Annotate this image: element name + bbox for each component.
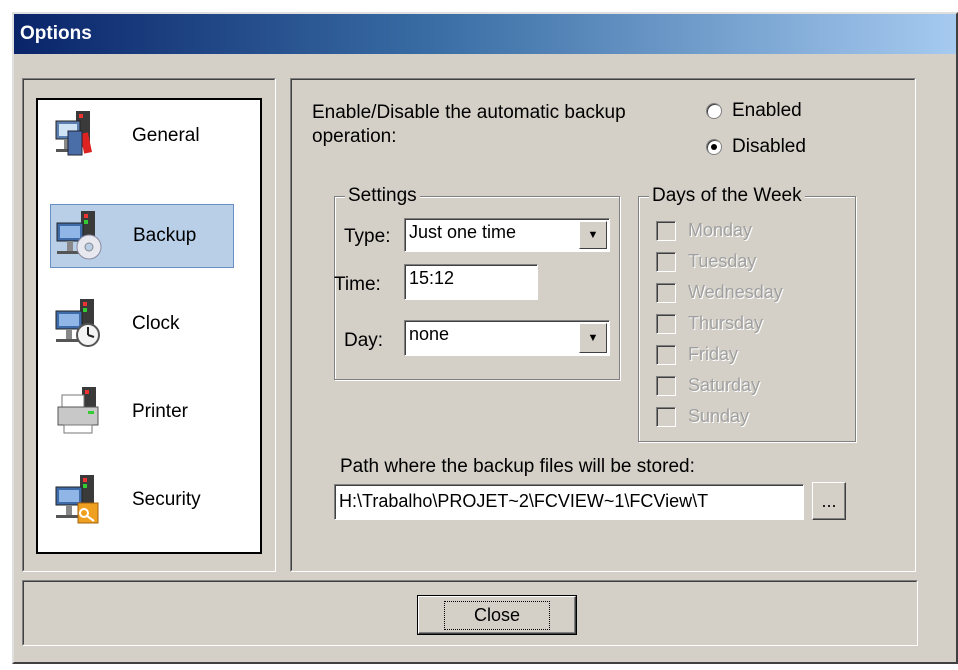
nav-item-label: Security bbox=[132, 489, 201, 510]
checkbox-box bbox=[656, 344, 676, 365]
nav-item-printer[interactable]: Printer bbox=[50, 380, 234, 444]
disabled-radio[interactable]: Disabled bbox=[706, 136, 806, 158]
enabled-radio[interactable]: Enabled bbox=[706, 100, 802, 122]
enable-prompt-line2: operation: bbox=[312, 126, 397, 147]
chevron-down-icon[interactable]: ▼ bbox=[579, 221, 607, 249]
window-title: Options bbox=[20, 23, 92, 44]
nav-item-label: Clock bbox=[132, 313, 180, 334]
general-icon bbox=[54, 109, 104, 163]
type-value: Just one time bbox=[409, 222, 517, 242]
chevron-down-icon[interactable]: ▼ bbox=[579, 323, 607, 353]
wednesday-checkbox[interactable]: Wednesday bbox=[656, 282, 783, 303]
day-label: Thursday bbox=[688, 313, 764, 333]
time-value: 15:12 bbox=[409, 268, 455, 288]
radio-indicator bbox=[706, 103, 722, 119]
day-select[interactable]: none ▼ bbox=[404, 320, 610, 356]
sunday-checkbox[interactable]: Sunday bbox=[656, 406, 749, 427]
type-label: Type: bbox=[344, 226, 391, 247]
checkbox-box bbox=[656, 406, 676, 427]
thursday-checkbox[interactable]: Thursday bbox=[656, 313, 763, 334]
radio-indicator bbox=[706, 139, 722, 155]
day-label: Day: bbox=[344, 330, 384, 351]
tuesday-checkbox[interactable]: Tuesday bbox=[656, 251, 756, 272]
path-input[interactable]: H:\Trabalho\PROJET~2\FCVIEW~1\FCView\T bbox=[334, 484, 804, 520]
path-label: Path where the backup files will be stor… bbox=[340, 456, 695, 477]
nav-item-label: Printer bbox=[132, 401, 188, 422]
printer-icon bbox=[54, 385, 104, 439]
friday-checkbox[interactable]: Friday bbox=[656, 344, 738, 365]
day-label: Saturday bbox=[688, 375, 761, 395]
day-value: none bbox=[409, 324, 450, 344]
security-icon bbox=[54, 473, 104, 527]
day-label: Tuesday bbox=[688, 251, 757, 271]
checkbox-box bbox=[656, 251, 676, 272]
nav-list: General Backup Clock Printer Security bbox=[36, 98, 262, 554]
enabled-label: Enabled bbox=[732, 100, 802, 121]
checkbox-box bbox=[656, 220, 676, 241]
checkbox-box bbox=[656, 282, 676, 303]
nav-item-backup[interactable]: Backup bbox=[50, 204, 234, 268]
disabled-label: Disabled bbox=[732, 136, 806, 157]
time-label: Time: bbox=[334, 274, 381, 295]
nav-item-clock[interactable]: Clock bbox=[50, 292, 234, 356]
time-input[interactable]: 15:12 bbox=[404, 264, 538, 300]
checkbox-box bbox=[656, 375, 676, 396]
checkbox-box bbox=[656, 313, 676, 334]
day-label: Monday bbox=[688, 220, 753, 240]
title-bar[interactable]: Options bbox=[14, 14, 956, 54]
saturday-checkbox[interactable]: Saturday bbox=[656, 375, 760, 396]
day-label: Sunday bbox=[688, 406, 750, 426]
close-button[interactable]: Close bbox=[417, 595, 577, 635]
enable-prompt-line1: Enable/Disable the automatic backup bbox=[312, 102, 626, 123]
nav-item-label: Backup bbox=[133, 225, 197, 246]
day-label: Wednesday bbox=[688, 282, 783, 302]
close-label: Close bbox=[443, 600, 551, 630]
browse-button[interactable]: ... bbox=[812, 482, 846, 520]
day-label: Friday bbox=[688, 344, 739, 364]
nav-item-general[interactable]: General bbox=[50, 104, 234, 168]
nav-item-security[interactable]: Security bbox=[50, 468, 234, 532]
nav-item-label: General bbox=[132, 125, 200, 146]
type-select[interactable]: Just one time ▼ bbox=[404, 218, 610, 252]
settings-legend: Settings bbox=[345, 185, 420, 207]
path-value: H:\Trabalho\PROJET~2\FCVIEW~1\FCView\T bbox=[339, 491, 709, 511]
monday-checkbox[interactable]: Monday bbox=[656, 220, 752, 241]
days-legend: Days of the Week bbox=[649, 185, 805, 207]
clock-icon bbox=[54, 297, 104, 351]
backup-icon bbox=[55, 209, 105, 263]
browse-label: ... bbox=[821, 490, 837, 511]
